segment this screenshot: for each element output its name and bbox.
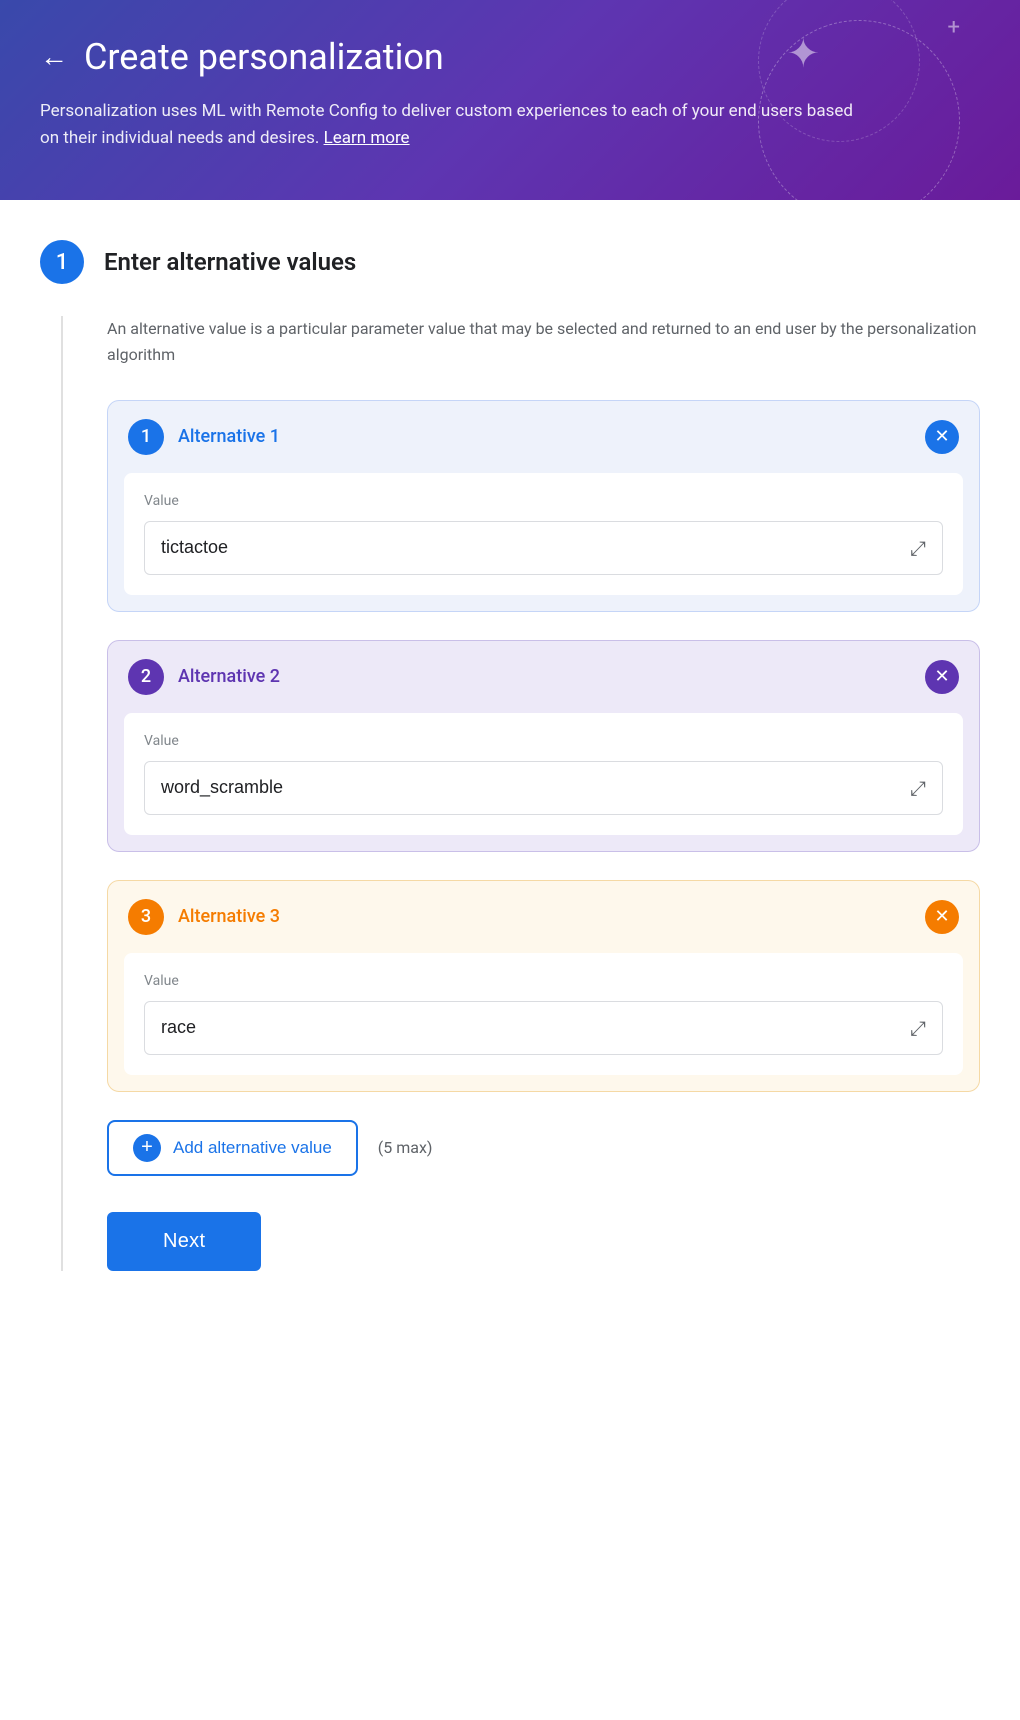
- alt-3-close-button[interactable]: ✕: [925, 900, 959, 934]
- header-back-row: ← Create personalization: [40, 36, 980, 78]
- alt-1-number-badge: 1: [128, 419, 164, 455]
- alt-3-value-label: Value: [144, 973, 943, 989]
- alt-card-2-header-left: 2 Alternative 2: [128, 659, 280, 695]
- add-alternative-row: + Add alternative value (5 max): [107, 1120, 980, 1176]
- alt-card-1-header: 1 Alternative 1 ✕: [108, 401, 979, 473]
- alt-3-expand-icon[interactable]: ⤢: [910, 1016, 926, 1040]
- alt-card-3-header-left: 3 Alternative 3: [128, 899, 280, 935]
- step-content: An alternative value is a particular par…: [61, 316, 980, 1270]
- alt-3-label: Alternative 3: [178, 906, 280, 927]
- header-description: Personalization uses ML with Remote Conf…: [40, 98, 860, 152]
- step-header: 1 Enter alternative values: [40, 240, 980, 284]
- alt-1-value-input[interactable]: [161, 537, 902, 558]
- alt-1-expand-icon[interactable]: ⤢: [910, 536, 926, 560]
- alt-card-2-header: 2 Alternative 2 ✕: [108, 641, 979, 713]
- alt-2-close-button[interactable]: ✕: [925, 660, 959, 694]
- back-arrow-icon[interactable]: ←: [40, 43, 68, 71]
- alt-card-3-header: 3 Alternative 3 ✕: [108, 881, 979, 953]
- max-label: (5 max): [378, 1138, 433, 1157]
- alt-1-label: Alternative 1: [178, 426, 280, 447]
- alt-card-1-header-left: 1 Alternative 1: [128, 419, 280, 455]
- alt-3-input-row: ⤢: [144, 1001, 943, 1055]
- step-badge: 1: [40, 240, 84, 284]
- alt-1-close-button[interactable]: ✕: [925, 420, 959, 454]
- alt-2-number-badge: 2: [128, 659, 164, 695]
- alt-3-number-badge: 3: [128, 899, 164, 935]
- alt-1-input-row: ⤢: [144, 521, 943, 575]
- star-decoration-1: ✦: [786, 30, 820, 77]
- main-content: 1 Enter alternative values An alternativ…: [0, 200, 1020, 1720]
- learn-more-link[interactable]: Learn more: [324, 128, 410, 148]
- step-title: Enter alternative values: [104, 248, 356, 276]
- alt-3-value-input[interactable]: [161, 1017, 902, 1038]
- alternative-card-3: 3 Alternative 3 ✕ Value ⤢: [107, 880, 980, 1092]
- alt-2-body: Value ⤢: [124, 713, 963, 835]
- alternative-card-1: 1 Alternative 1 ✕ Value ⤢: [107, 400, 980, 612]
- page-title: Create personalization: [84, 36, 444, 78]
- alternative-card-2: 2 Alternative 2 ✕ Value ⤢: [107, 640, 980, 852]
- alt-3-body: Value ⤢: [124, 953, 963, 1075]
- alt-2-value-input[interactable]: [161, 777, 902, 798]
- next-button[interactable]: Next: [107, 1212, 261, 1271]
- add-alternative-label: Add alternative value: [173, 1138, 332, 1158]
- add-alternative-button[interactable]: + Add alternative value: [107, 1120, 358, 1176]
- alt-2-value-label: Value: [144, 733, 943, 749]
- alt-2-label: Alternative 2: [178, 666, 280, 687]
- alt-1-value-label: Value: [144, 493, 943, 509]
- alt-2-expand-icon[interactable]: ⤢: [910, 776, 926, 800]
- page-header: ✦ + ← Create personalization Personaliza…: [0, 0, 1020, 200]
- alt-1-body: Value ⤢: [124, 473, 963, 595]
- plus-circle-icon: +: [133, 1134, 161, 1162]
- step-description: An alternative value is a particular par…: [107, 316, 980, 367]
- alt-2-input-row: ⤢: [144, 761, 943, 815]
- star-decoration-2: +: [948, 15, 960, 40]
